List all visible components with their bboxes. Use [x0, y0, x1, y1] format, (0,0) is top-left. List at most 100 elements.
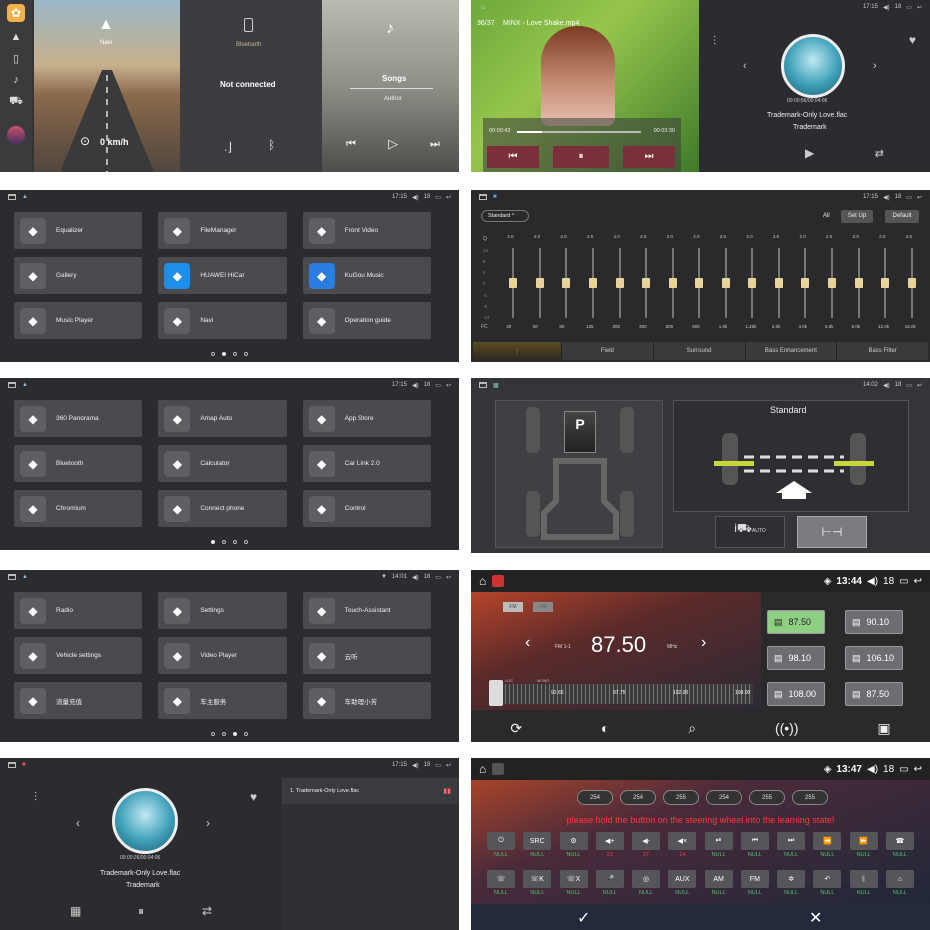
eq-slider-knob[interactable]: [615, 278, 624, 288]
app-tile[interactable]: ◆ Chromium: [14, 490, 143, 527]
home-icon[interactable]: [479, 382, 487, 388]
eq-slider-knob[interactable]: [668, 278, 677, 288]
next-button[interactable]: ⏭: [623, 146, 675, 168]
window-icon[interactable]: ▭: [906, 4, 912, 11]
home-icon[interactable]: [479, 194, 487, 200]
eq-tab[interactable]: Surround: [652, 342, 745, 360]
app-tile[interactable]: ◆ 云听: [302, 637, 431, 674]
page-dot[interactable]: [222, 732, 226, 736]
home-icon[interactable]: ⌂: [479, 574, 486, 588]
eq-slider-knob[interactable]: [535, 278, 544, 288]
learn-key-button[interactable]: ⌂: [885, 870, 914, 888]
setup-button[interactable]: Set Up: [841, 210, 873, 223]
back-icon[interactable]: ↩: [917, 4, 922, 11]
app-tile[interactable]: ◆ Vehicle settings: [14, 637, 143, 674]
learn-key-button[interactable]: ⏩: [849, 832, 878, 850]
app-tile[interactable]: ◆ Settings: [158, 592, 287, 629]
page-dot[interactable]: [244, 540, 248, 544]
app-tile[interactable]: ◆ Radio: [14, 592, 143, 629]
learn-key-button[interactable]: FM: [740, 870, 769, 888]
eq-slider-knob[interactable]: [854, 278, 863, 288]
eq-slider-knob[interactable]: [881, 278, 890, 288]
confirm-icon[interactable]: ✓: [577, 908, 590, 928]
heart-icon[interactable]: ♥: [250, 790, 257, 804]
navigation-icon[interactable]: ▲: [11, 31, 22, 43]
back-icon[interactable]: ↩: [914, 764, 922, 775]
settings-icon[interactable]: ✿: [7, 4, 25, 22]
preset-select[interactable]: Standard ^: [481, 210, 529, 222]
app-tile[interactable]: ◆ Calculator: [158, 445, 287, 482]
auto-mode-button[interactable]: i⛟AUTO: [715, 516, 785, 548]
app-tile[interactable]: ◆ Front Video: [302, 212, 431, 249]
back-icon[interactable]: ↩: [446, 382, 451, 389]
repeat-icon[interactable]: ⇄: [202, 904, 212, 918]
play-icon[interactable]: ▶: [805, 146, 814, 160]
learn-key-button[interactable]: AUX: [668, 870, 697, 888]
learn-key-button[interactable]: ᛒ: [849, 870, 878, 888]
repeat-icon[interactable]: ⇄: [875, 147, 884, 160]
learn-key-button[interactable]: ☏: [487, 870, 515, 888]
app-tile[interactable]: ◆ 车主服务: [158, 682, 287, 719]
diff-lock-button[interactable]: ⊢⊣: [797, 516, 867, 548]
app-tile[interactable]: ◆ Music Player: [14, 302, 143, 339]
preset-button[interactable]: ▤ 106.10: [845, 646, 903, 670]
avatar[interactable]: [7, 126, 25, 144]
seek-forward-icon[interactable]: ›: [701, 634, 706, 652]
app-tile[interactable]: ◆ Car Link 2.0: [302, 445, 431, 482]
bluetooth-card[interactable]: Bluetooth Not connected .⌋ ᛒ: [180, 0, 322, 172]
page-dot[interactable]: [244, 352, 248, 356]
default-button[interactable]: Default: [885, 210, 919, 223]
learn-key-button[interactable]: SRC: [523, 832, 552, 850]
back-icon[interactable]: ↩: [446, 762, 451, 769]
learn-key-button[interactable]: ✲: [777, 870, 806, 888]
window-icon[interactable]: ▭: [899, 764, 908, 775]
eq-slider-knob[interactable]: [695, 278, 704, 288]
app-tile[interactable]: ◆ Touch-Assistant: [302, 592, 431, 629]
app-tile[interactable]: ◆ Connect phone: [158, 490, 287, 527]
next-arrow-icon[interactable]: ›: [873, 60, 877, 72]
toggle-icon[interactable]: ◐: [601, 720, 609, 736]
back-icon[interactable]: ↩: [917, 194, 922, 201]
home-icon[interactable]: [8, 382, 16, 388]
prev-arrow-icon[interactable]: ‹: [76, 816, 80, 830]
app-tile[interactable]: ◆ Amap Auto: [158, 400, 287, 437]
home-icon[interactable]: ⌂: [481, 4, 485, 11]
page-dot[interactable]: [222, 540, 226, 544]
app-tile[interactable]: ◆ Control: [302, 490, 431, 527]
equalizer-icon[interactable]: ⫶: [713, 34, 716, 49]
close-icon[interactable]: ✕: [809, 908, 822, 928]
window-icon[interactable]: ▭: [899, 576, 908, 587]
eq-slider-knob[interactable]: [509, 278, 518, 288]
broadcast-icon[interactable]: ((•)): [775, 720, 799, 736]
eq-tab[interactable]: Bass Enhancement: [744, 342, 837, 360]
app-tile[interactable]: ◆ KuGou Music: [302, 257, 431, 294]
music-card[interactable]: ♪ Songs Author ⏮ ▷ ⏭: [322, 0, 459, 172]
previous-button[interactable]: ⏮: [487, 146, 539, 168]
app-tile[interactable]: ◆ HUAWEI HiCar: [158, 257, 287, 294]
back-icon[interactable]: ↩: [914, 576, 922, 587]
app-tile[interactable]: ◆ 360 Panorama: [14, 400, 143, 437]
preset-button[interactable]: ▤ 98.10: [767, 646, 825, 670]
app-tile[interactable]: ◆ Equalizer: [14, 212, 143, 249]
home-icon[interactable]: ⌂: [479, 762, 486, 776]
learn-key-button[interactable]: ◀×: [668, 832, 697, 850]
save-icon[interactable]: ▣: [877, 720, 890, 737]
app-tile[interactable]: ◆ Gallery: [14, 257, 143, 294]
navi-card[interactable]: ▲ Navi ⊙ 0 km/h: [34, 0, 180, 172]
eq-tab[interactable]: Bass Filter: [836, 342, 928, 360]
car-icon[interactable]: ⛟: [9, 95, 23, 109]
eq-slider-knob[interactable]: [828, 278, 837, 288]
scale-handle[interactable]: [489, 680, 503, 706]
tab-eq-sliders[interactable]: ⫶: [473, 342, 561, 360]
preset-button[interactable]: ▤ 87.50: [767, 610, 825, 634]
learn-key-button[interactable]: ☏K: [523, 870, 552, 888]
app-tile[interactable]: ◆ App Store: [302, 400, 431, 437]
app-tile[interactable]: ◆ Video Player: [158, 637, 287, 674]
previous-icon[interactable]: ⏮: [346, 138, 356, 151]
window-icon[interactable]: ▭: [435, 194, 441, 201]
eq-tab[interactable]: Field: [561, 342, 653, 360]
window-icon[interactable]: ▭: [435, 574, 441, 581]
heart-icon[interactable]: ♥: [909, 33, 916, 47]
eq-slider-knob[interactable]: [748, 278, 757, 288]
seek-back-icon[interactable]: ‹: [525, 634, 530, 652]
